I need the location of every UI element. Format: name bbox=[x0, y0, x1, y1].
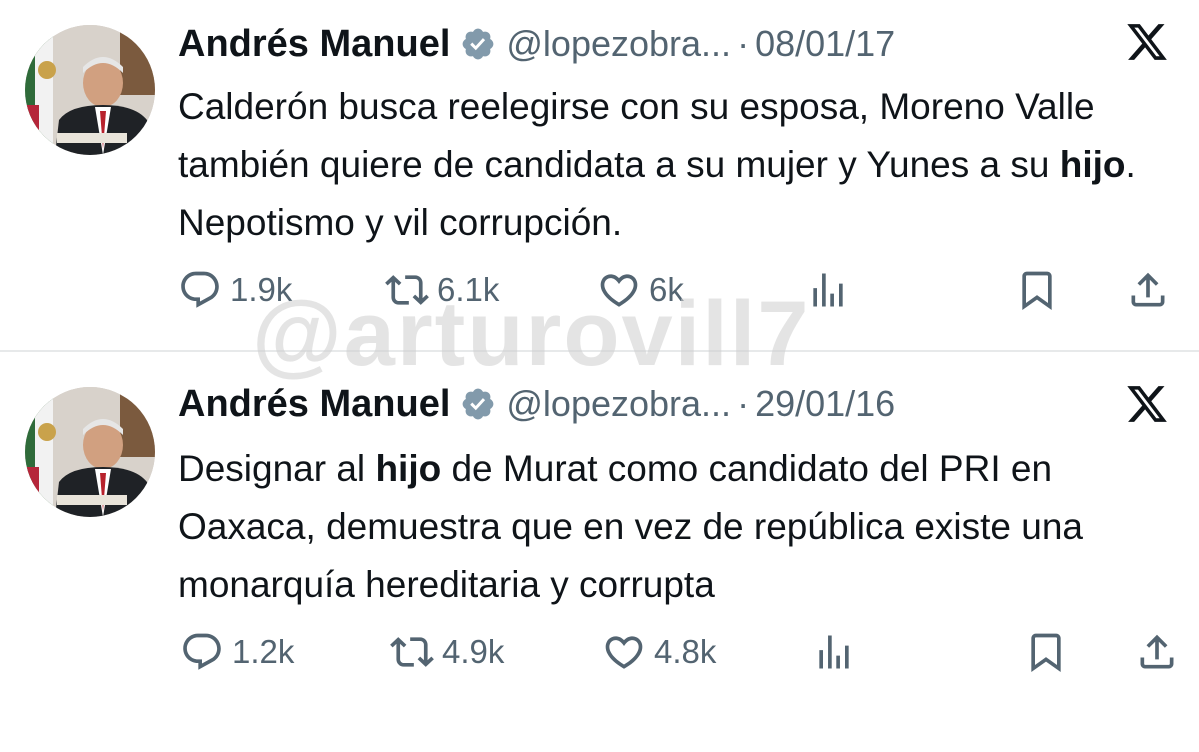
tweet-header: Andrés Manuel @lopezobra... · 29/01/16 bbox=[178, 380, 895, 428]
tweet-text: Calderón busca reelegirse con su esposa,… bbox=[178, 86, 1136, 243]
bookmark-icon bbox=[1022, 271, 1052, 311]
author-handle[interactable]: @lopezobra... bbox=[506, 383, 731, 425]
reply-icon bbox=[183, 633, 221, 670]
views-icon bbox=[819, 635, 849, 669]
separator-dot: · bbox=[737, 383, 750, 424]
like-count: 4.8k bbox=[654, 633, 717, 670]
tweet-card[interactable]: Andrés Manuel @lopezobra... · 29/01/16 D… bbox=[0, 352, 1199, 752]
share-button[interactable] bbox=[1135, 627, 1179, 677]
x-logo-icon bbox=[1127, 24, 1167, 60]
avatar[interactable] bbox=[25, 387, 155, 517]
author-name[interactable]: Andrés Manuel bbox=[178, 23, 450, 66]
repost-button[interactable]: 4.9k bbox=[390, 627, 504, 677]
heart-icon bbox=[605, 636, 643, 669]
tweet-text: Designar al hijo de Murat como candidato… bbox=[178, 448, 1084, 605]
share-button[interactable] bbox=[1126, 265, 1170, 315]
reply-icon bbox=[181, 271, 219, 308]
author-handle[interactable]: @lopezobra... bbox=[506, 23, 731, 65]
verified-badge-icon bbox=[463, 28, 494, 60]
share-icon bbox=[1140, 634, 1174, 669]
bookmark-button[interactable] bbox=[1015, 265, 1059, 315]
avatar[interactable] bbox=[25, 25, 155, 155]
repost-count: 4.9k bbox=[442, 633, 505, 670]
watermark: @arturovill7 bbox=[252, 283, 811, 385]
author-name[interactable]: Andrés Manuel bbox=[178, 383, 450, 426]
tweet-date[interactable]: 08/01/17 bbox=[755, 23, 895, 65]
separator-dot: · bbox=[737, 23, 750, 64]
reply-count: 1.2k bbox=[232, 633, 295, 670]
reply-button[interactable]: 1.2k bbox=[180, 627, 294, 677]
bookmark-icon bbox=[1031, 633, 1061, 673]
highlighted-word: hijo bbox=[375, 448, 442, 489]
verified-badge-icon bbox=[463, 388, 494, 420]
repost-icon bbox=[390, 637, 434, 667]
views-button[interactable] bbox=[806, 265, 850, 315]
x-logo-icon bbox=[1127, 386, 1167, 422]
highlighted-word: hijo bbox=[1059, 144, 1126, 185]
views-icon bbox=[813, 273, 843, 307]
views-button[interactable] bbox=[812, 627, 856, 677]
like-button[interactable]: 4.8k bbox=[602, 627, 716, 677]
share-icon bbox=[1131, 272, 1165, 307]
tweet-date[interactable]: 29/01/16 bbox=[755, 383, 895, 425]
action-bar: 1.2k 4.9k 4.8k bbox=[0, 627, 1199, 677]
bookmark-button[interactable] bbox=[1024, 627, 1068, 677]
tweet-header: Andrés Manuel @lopezobra... · 08/01/17 bbox=[178, 20, 895, 68]
